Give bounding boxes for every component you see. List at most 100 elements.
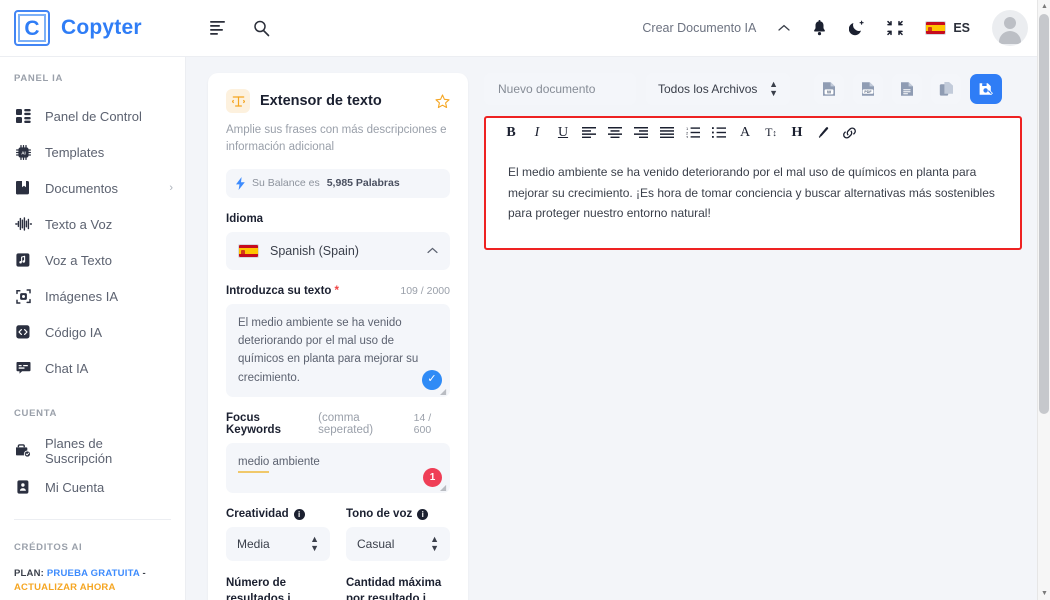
page-scrollbar[interactable]: ▲ ▼ [1037, 0, 1050, 600]
font-family-icon[interactable]: A [732, 120, 758, 146]
app-root: C Copyter Crear Documento IA ES PANEL IA… [0, 0, 1050, 600]
language-selector[interactable]: ES [925, 21, 970, 35]
info-icon[interactable]: i [293, 508, 305, 520]
brand-logo-area[interactable]: C Copyter [0, 10, 190, 46]
sidebar-item-label: Mi Cuenta [45, 479, 105, 495]
card-subtitle: Amplie sus frases con más descripciones … [226, 124, 447, 154]
balance-banner: Su Balance es 5,985 Palabras [226, 168, 450, 198]
info-icon[interactable]: i [423, 593, 426, 600]
search-icon[interactable] [253, 20, 270, 37]
italic-icon[interactable]: I [524, 120, 550, 146]
chevron-up-icon[interactable] [778, 24, 790, 32]
creativity-label: Creatividad i [226, 508, 330, 520]
sidebar-item-mi-cuenta[interactable]: Mi Cuenta [0, 469, 185, 505]
results-count-label: Número de resultados i [226, 576, 330, 600]
rich-text-toolbar: B I U 1 2 3 A T ↕ H [486, 118, 1020, 148]
text-expand-icon [226, 89, 250, 113]
sidebar-item-codigo-ia[interactable]: Código IA [0, 314, 185, 350]
create-document-link[interactable]: Crear Documento IA [642, 21, 756, 35]
spain-flag-icon [238, 243, 259, 258]
star-outline-icon[interactable] [435, 93, 450, 109]
export-pdf-button[interactable]: PDF [853, 74, 883, 104]
focus-keywords-textarea[interactable]: medio ambiente 1 ◢ [226, 443, 450, 494]
sidebar-item-planes-de-suscripcion[interactable]: Planes de Suscripción [0, 433, 185, 469]
align-left-icon[interactable] [576, 120, 602, 146]
sidebar-item-imagenes-ia[interactable]: Imágenes IA [0, 278, 185, 314]
sidebar-item-texto-a-voz[interactable]: Texto a Voz [0, 206, 185, 242]
bell-icon[interactable] [812, 20, 827, 36]
sidebar-item-label: Chat IA [45, 360, 89, 376]
align-justify-icon[interactable] [654, 120, 680, 146]
sidebar-item-documentos[interactable]: Documentos › [0, 170, 185, 206]
focus-keywords-counter: 14 / 600 [413, 412, 432, 437]
plan-upgrade-link[interactable]: ACTUALIZAR AHORA [14, 582, 116, 593]
compress-icon[interactable] [887, 20, 904, 36]
align-center-icon[interactable] [602, 120, 628, 146]
sidebar-item-label: Planes de Suscripción [45, 436, 113, 466]
export-word-button[interactable]: W [814, 74, 844, 104]
audio-file-icon [14, 253, 32, 267]
svg-text:3: 3 [686, 134, 689, 138]
moon-icon[interactable] [849, 20, 865, 36]
sidebar-section-credits: CRÉDITOS AI [14, 542, 83, 553]
menu-align-icon[interactable] [210, 21, 227, 35]
scrollbar-thumb[interactable] [1039, 14, 1049, 414]
sidebar-item-label: Documentos [45, 180, 118, 196]
ordered-list-icon[interactable]: 123 [680, 120, 706, 146]
document-name-input[interactable]: Nuevo documento [484, 73, 636, 105]
focus-keywords-hint: (comma seperated) [318, 412, 374, 437]
plan-status-line: PLAN: PRUEBA GRATUITA - ACTUALIZAR AHORA [0, 567, 185, 596]
sidebar-section-panel: PANEL IA [14, 73, 64, 84]
spain-flag-icon [925, 21, 947, 35]
tone-value: Casual [357, 537, 395, 552]
editor-toolbar-row: Nuevo documento Todos los Archivos ▲ ▼ W … [484, 73, 1022, 105]
unordered-list-icon[interactable] [706, 120, 732, 146]
balance-text: Su Balance es [252, 177, 320, 189]
stepper-icon: ▲ ▼ [769, 79, 778, 98]
underline-icon[interactable]: U [550, 120, 576, 146]
font-size-icon[interactable]: T ↕ [758, 120, 784, 146]
resize-handle[interactable]: ◢ [440, 484, 448, 492]
align-right-icon[interactable] [628, 120, 654, 146]
language-select-value: Spanish (Spain) [270, 243, 359, 258]
info-icon[interactable]: i [417, 508, 429, 520]
creativity-select[interactable]: Media ▲ ▼ [226, 527, 330, 562]
sidebar-item-label: Voz a Texto [45, 252, 112, 268]
avatar[interactable] [992, 10, 1028, 46]
creativity-tone-row: Creatividad i Media ▲ ▼ Tono de voz i Ca… [226, 493, 450, 562]
stepper-icon: ▲ ▼ [310, 534, 319, 554]
focus-keywords-label: Focus Keywords (comma seperated) 14 / 60… [226, 412, 450, 436]
scroll-down-arrow-icon[interactable]: ▼ [1038, 587, 1050, 600]
top-bar-right-icons: Crear Documento IA ES [642, 10, 1034, 46]
copy-document-button[interactable] [931, 74, 961, 104]
export-text-button[interactable] [892, 74, 922, 104]
bold-icon[interactable]: B [498, 120, 524, 146]
sidebar-item-templates[interactable]: AI Templates [0, 134, 185, 170]
text-color-icon[interactable] [810, 120, 836, 146]
sidebar-item-chat-ia[interactable]: Chat IA [0, 350, 185, 386]
sidebar-item-panel-de-control[interactable]: Panel de Control [0, 98, 185, 134]
plan-value: PRUEBA GRATUITA [46, 568, 140, 579]
input-text-textarea[interactable]: El medio ambiente se ha venido deteriora… [226, 303, 450, 398]
card-header: Extensor de texto [226, 89, 450, 113]
info-icon[interactable]: i [287, 593, 290, 600]
sidebar-item-label: Panel de Control [45, 108, 142, 124]
max-length-label: Cantidad máxima por resultado i [346, 576, 450, 600]
tone-select[interactable]: Casual ▲ ▼ [346, 527, 450, 562]
save-document-button[interactable] [970, 74, 1002, 104]
sidebar-section-account: CUENTA [14, 408, 58, 419]
link-icon[interactable] [836, 120, 862, 146]
main-content: Extensor de texto Amplie sus frases con … [186, 57, 1050, 600]
heading-icon[interactable]: H [784, 120, 810, 146]
resize-handle[interactable]: ◢ [440, 388, 448, 396]
svg-text:W: W [827, 90, 832, 95]
balance-value: 5,985 Palabras [326, 177, 400, 189]
scroll-up-arrow-icon[interactable]: ▲ [1038, 0, 1050, 13]
file-filter-select[interactable]: Todos los Archivos ▲ ▼ [646, 73, 790, 105]
sidebar-item-voz-a-texto[interactable]: Voz a Texto [0, 242, 185, 278]
language-label-text: Idioma [226, 212, 264, 225]
focus-keywords-underlined: medio [238, 453, 270, 474]
export-buttons-group: W PDF [814, 74, 1002, 104]
editor-text-content[interactable]: El medio ambiente se ha venido deteriora… [486, 148, 1020, 224]
language-select[interactable]: Spanish (Spain) [226, 231, 450, 270]
